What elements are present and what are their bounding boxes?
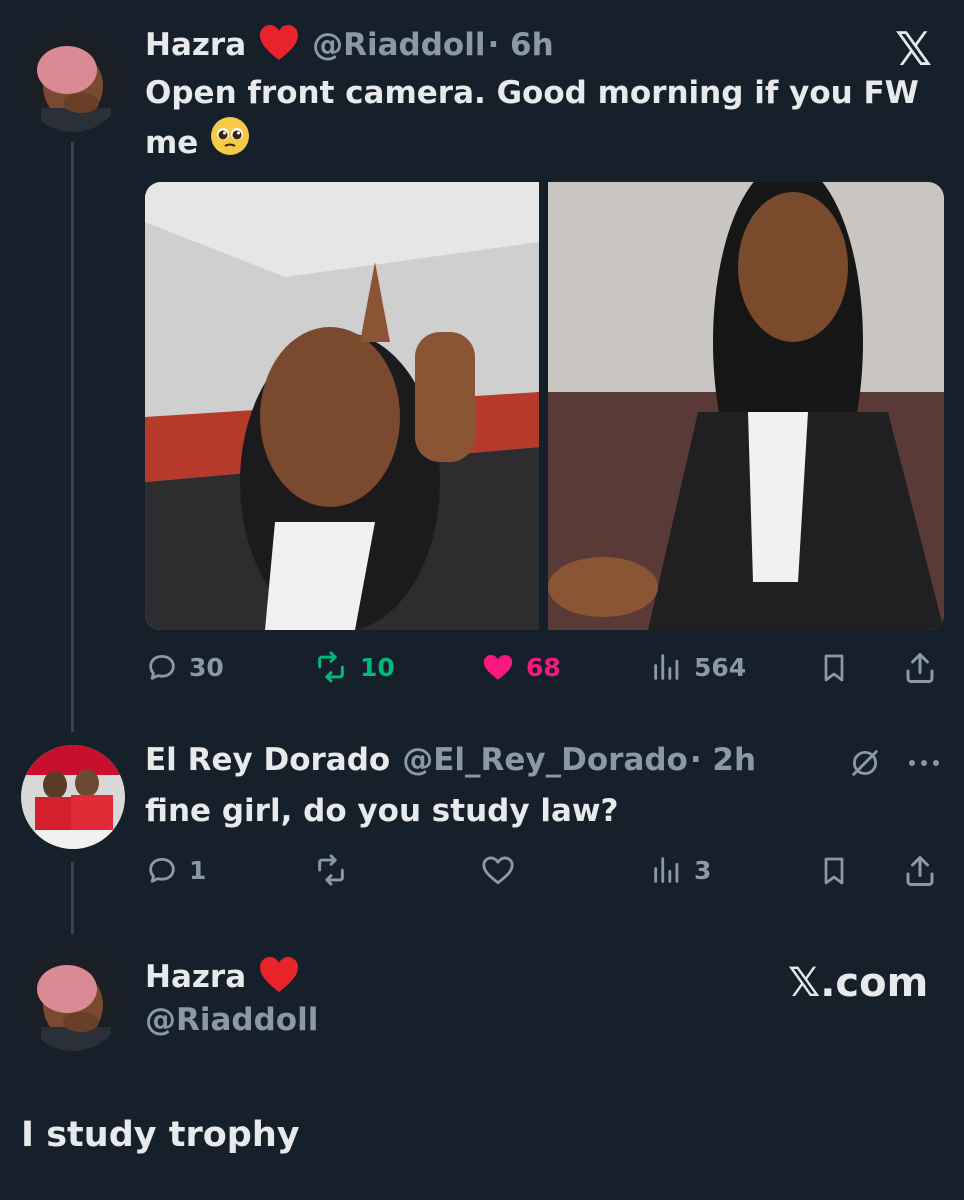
bookmark-icon <box>824 857 844 885</box>
author-name[interactable]: Hazra <box>145 27 246 63</box>
tweet1-text-line1: Open front camera. Good morning if you F… <box>145 75 919 111</box>
photo-1-image <box>145 182 539 630</box>
like-button[interactable] <box>480 853 516 887</box>
tweet-photo-2[interactable] <box>548 182 944 630</box>
share-button[interactable] <box>902 853 938 889</box>
tweet1-text: Open front camera. Good morning if you F… <box>145 70 925 169</box>
avatar-el-rey-dorado[interactable] <box>21 745 125 849</box>
repost-button[interactable]: 10 <box>312 650 395 684</box>
repost-button[interactable] <box>312 853 350 887</box>
reply-icon <box>149 857 175 883</box>
like-count: 68 <box>526 652 561 682</box>
tweet3-text: I study trophy <box>21 1115 300 1155</box>
views-count: 3 <box>694 855 712 885</box>
reply-button[interactable]: 30 <box>145 650 224 684</box>
reply-icon <box>149 654 175 680</box>
bookmark-button[interactable] <box>818 853 850 889</box>
bookmark-icon <box>824 654 844 682</box>
x-brand: 𝕏.com <box>788 960 929 1006</box>
pleading-face-emoji <box>210 116 250 169</box>
author-name[interactable]: El Rey Dorado <box>145 742 390 778</box>
tweet1-header: Hazra @Riaddoll · 6h <box>145 24 554 66</box>
tweet2-text: fine girl, do you study law? <box>145 793 619 829</box>
author-name[interactable]: Hazra <box>145 959 246 995</box>
author-handle[interactable]: @Riaddoll <box>312 27 485 63</box>
more-icon <box>909 760 939 766</box>
author-handle[interactable]: @Riaddoll <box>145 1002 318 1038</box>
bookmark-button[interactable] <box>818 650 850 686</box>
repost-icon <box>318 854 344 886</box>
reply-count: 1 <box>189 855 207 885</box>
avatar-image <box>21 947 125 1051</box>
thread-line <box>71 142 74 732</box>
photo-2-image <box>548 182 944 630</box>
x-logo[interactable]: 𝕏 <box>895 22 932 76</box>
grok-button[interactable] <box>848 746 882 784</box>
reply-count: 30 <box>189 652 224 682</box>
views-button[interactable]: 3 <box>650 853 711 887</box>
author-handle[interactable]: @El_Rey_Dorado <box>402 742 688 778</box>
views-icon <box>654 654 679 680</box>
views-count: 564 <box>694 652 747 682</box>
reply-button[interactable]: 1 <box>145 853 206 887</box>
views-icon <box>654 857 679 883</box>
tweet2-header: El Rey Dorado @El_Rey_Dorado · 2h <box>145 742 756 778</box>
tweet-time[interactable]: · 6h <box>487 27 553 63</box>
tweet3-header: Hazra <box>145 956 300 998</box>
share-icon <box>906 653 934 683</box>
like-icon <box>482 856 514 885</box>
tweet1-text-line2: me <box>145 124 199 161</box>
grok-icon <box>852 750 878 776</box>
avatar-hazra[interactable] <box>21 947 125 1051</box>
tweet-photo-1[interactable] <box>145 182 539 630</box>
avatar-hazra[interactable] <box>21 28 125 132</box>
heart-emoji <box>258 24 300 66</box>
tweet-time[interactable]: · 2h <box>690 742 756 778</box>
share-icon <box>906 856 934 886</box>
more-button[interactable] <box>906 748 942 782</box>
avatar-image <box>21 28 125 132</box>
like-button[interactable]: 68 <box>480 650 561 684</box>
like-icon <box>483 654 513 680</box>
avatar-image <box>21 745 125 849</box>
thread-line <box>71 862 74 934</box>
repost-count: 10 <box>360 652 395 682</box>
share-button[interactable] <box>902 650 938 686</box>
repost-icon <box>318 651 344 683</box>
views-button[interactable]: 564 <box>650 650 746 684</box>
heart-emoji <box>258 956 300 998</box>
